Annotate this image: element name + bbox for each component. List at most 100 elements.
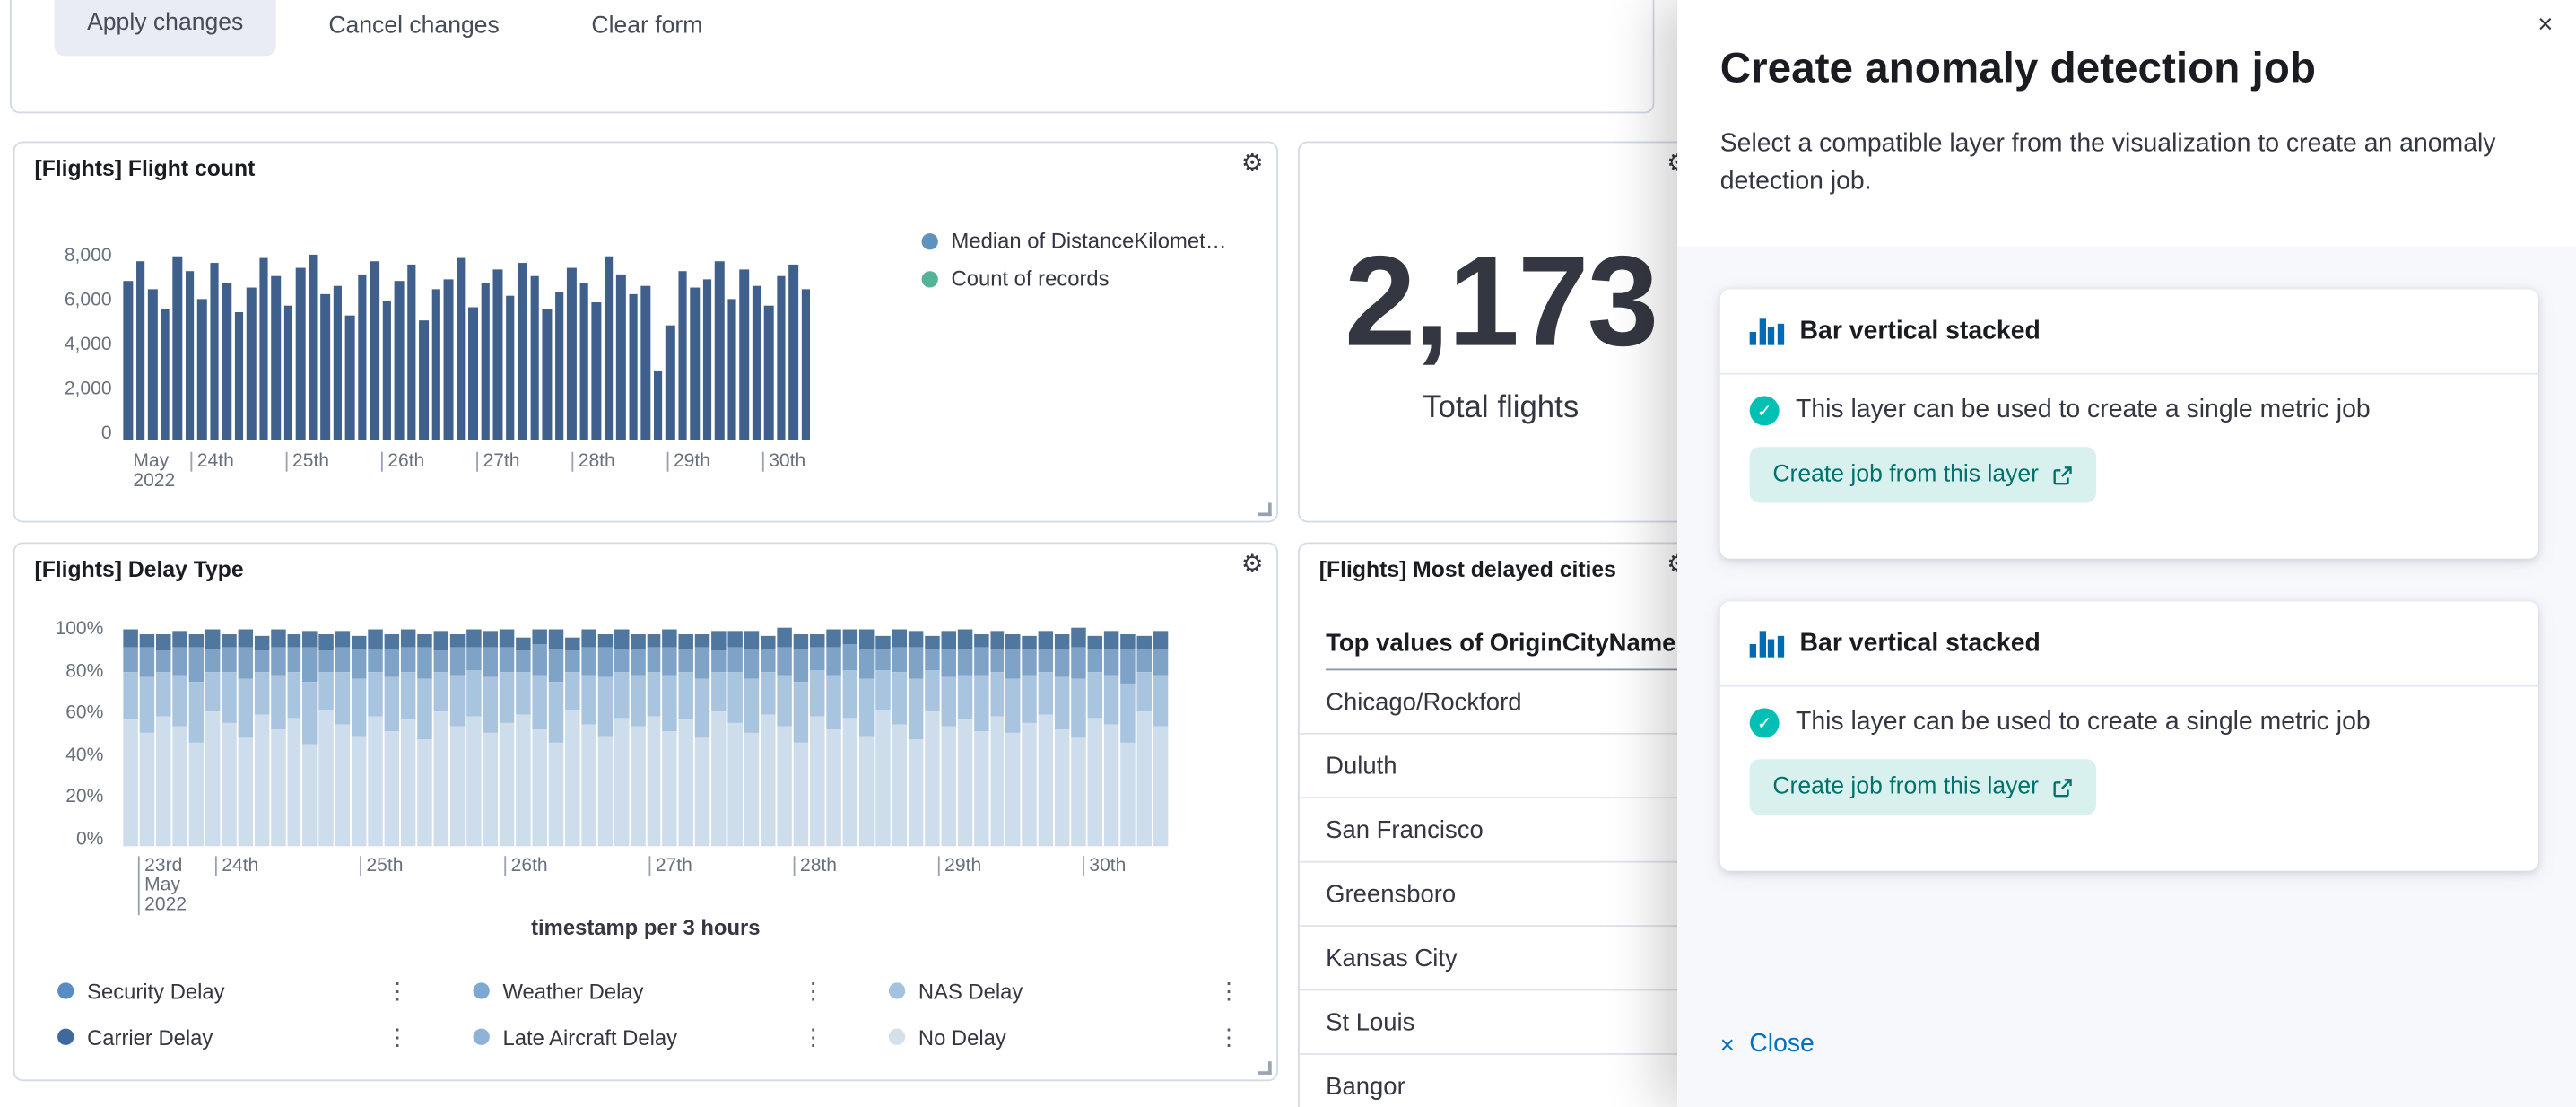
- bar-segment: [188, 681, 203, 742]
- bar-segment: [875, 649, 890, 670]
- screen: Apply changes Cancel changes Clear form …: [0, 0, 2576, 1107]
- bar-segment: [794, 633, 808, 649]
- legend-entry[interactable]: Weather Delay: [474, 979, 644, 1003]
- bar-segment: [303, 682, 318, 745]
- x-axis-label: 28th: [571, 452, 614, 472]
- legend-entry[interactable]: Carrier Delay: [57, 1024, 213, 1049]
- legend-actions-icon[interactable]: ⋮: [379, 1023, 415, 1050]
- bar-segment: [597, 647, 612, 677]
- apply-changes-button[interactable]: Apply changes: [54, 0, 275, 56]
- x-axis-label: 25th: [360, 856, 403, 876]
- create-job-button[interactable]: Create job from this layer: [1750, 447, 2096, 502]
- bar-segment: [352, 679, 367, 736]
- x-axis-label: 26th: [504, 856, 547, 876]
- legend-entry[interactable]: Security Delay: [57, 979, 224, 1003]
- legend-item: Weather Delay ⋮: [474, 968, 831, 1014]
- bar: [702, 278, 711, 440]
- stacked-bar: [941, 632, 955, 847]
- legend-actions-icon[interactable]: ⋮: [796, 1023, 831, 1050]
- bar: [727, 299, 735, 440]
- legend-actions-icon[interactable]: ⋮: [1211, 977, 1247, 1005]
- table-row[interactable]: St Louis: [1300, 990, 1689, 1054]
- bar: [801, 290, 810, 440]
- bar-vertical-stacked-icon: [1750, 630, 1784, 656]
- close-flyout-link[interactable]: × Close: [1720, 1030, 1815, 1059]
- stacked-bar: [303, 632, 318, 846]
- bar-segment: [319, 673, 334, 710]
- bar: [234, 311, 243, 440]
- close-icon[interactable]: ×: [2537, 13, 2553, 39]
- bar-segment: [581, 629, 596, 646]
- legend-entry[interactable]: NAS Delay: [889, 979, 1023, 1003]
- create-job-button-label: Create job from this layer: [1772, 774, 2039, 800]
- table-row[interactable]: Greensboro: [1300, 863, 1689, 927]
- bar: [395, 281, 404, 440]
- bar-segment: [1104, 632, 1118, 649]
- stacked-bar: [516, 638, 530, 846]
- bar: [604, 257, 613, 440]
- bar-segment: [1088, 649, 1102, 673]
- bar: [296, 267, 305, 440]
- legend-item[interactable]: Count of records: [922, 266, 1227, 291]
- bar-segment: [418, 740, 432, 846]
- clear-form-button[interactable]: Clear form: [591, 13, 702, 39]
- bar-segment: [794, 742, 808, 846]
- bar: [345, 316, 354, 440]
- table-header[interactable]: Top values of OriginCityName: [1326, 616, 1689, 670]
- legend-item[interactable]: Median of DistanceKilomet…: [922, 229, 1227, 253]
- bar-segment: [483, 632, 497, 647]
- table-row[interactable]: San Francisco: [1300, 798, 1689, 862]
- bar: [148, 290, 157, 440]
- bar-segment: [1056, 633, 1070, 649]
- resize-handle-icon[interactable]: [1258, 1061, 1272, 1075]
- bar-segment: [925, 671, 939, 712]
- bar-segment: [941, 649, 955, 676]
- create-job-button[interactable]: Create job from this layer: [1750, 759, 2096, 815]
- bar-segment: [123, 720, 137, 846]
- legend-entry[interactable]: No Delay: [889, 1024, 1006, 1049]
- bar-segment: [843, 645, 857, 671]
- legend-entry[interactable]: Late Aircraft Delay: [474, 1024, 678, 1049]
- table-row[interactable]: Bangor: [1300, 1055, 1689, 1107]
- bar-segment: [303, 647, 318, 682]
- bar-segment: [892, 673, 906, 725]
- stacked-bar: [188, 633, 203, 846]
- bar: [530, 276, 539, 440]
- legend-label: Median of DistanceKilomet…: [952, 229, 1227, 253]
- bar-segment: [1088, 673, 1102, 719]
- y-axis-label: 80%: [38, 661, 103, 681]
- legend-actions-icon[interactable]: ⋮: [1211, 1023, 1247, 1050]
- table-row[interactable]: Chicago/Rockford: [1300, 670, 1689, 734]
- bar-segment: [254, 636, 268, 651]
- legend-actions-icon[interactable]: ⋮: [796, 977, 831, 1005]
- stacked-bar: [1137, 636, 1152, 846]
- stacked-bar: [1153, 632, 1168, 846]
- stacked-bar: [1006, 633, 1021, 846]
- bar-segment: [875, 636, 890, 649]
- cancel-changes-button[interactable]: Cancel changes: [328, 13, 499, 39]
- gear-icon[interactable]: ⚙: [1241, 552, 1264, 576]
- bar-segment: [647, 673, 661, 716]
- stacked-bar: [925, 636, 939, 846]
- bar-segment: [500, 630, 514, 647]
- legend-item: Security Delay ⋮: [57, 968, 415, 1014]
- legend-actions-icon[interactable]: ⋮: [379, 977, 415, 1005]
- bar-segment: [303, 632, 318, 647]
- bar-segment: [663, 675, 677, 731]
- bar: [333, 285, 342, 440]
- gear-icon[interactable]: ⚙: [1241, 152, 1264, 176]
- bar-segment: [1039, 714, 1053, 846]
- stacked-bar: [647, 634, 661, 847]
- bar-segment: [1120, 649, 1135, 684]
- resize-handle-icon[interactable]: [1258, 502, 1272, 516]
- table-row[interactable]: Duluth: [1300, 735, 1689, 798]
- bar-segment: [631, 649, 645, 675]
- stacked-bar: [123, 630, 137, 847]
- bar-segment: [1072, 647, 1086, 679]
- stacked-bar: [156, 633, 170, 846]
- bar-segment: [990, 716, 1005, 846]
- table-row[interactable]: Kansas City: [1300, 927, 1689, 990]
- bar: [308, 254, 317, 440]
- bar: [666, 325, 674, 440]
- bar-segment: [401, 673, 415, 720]
